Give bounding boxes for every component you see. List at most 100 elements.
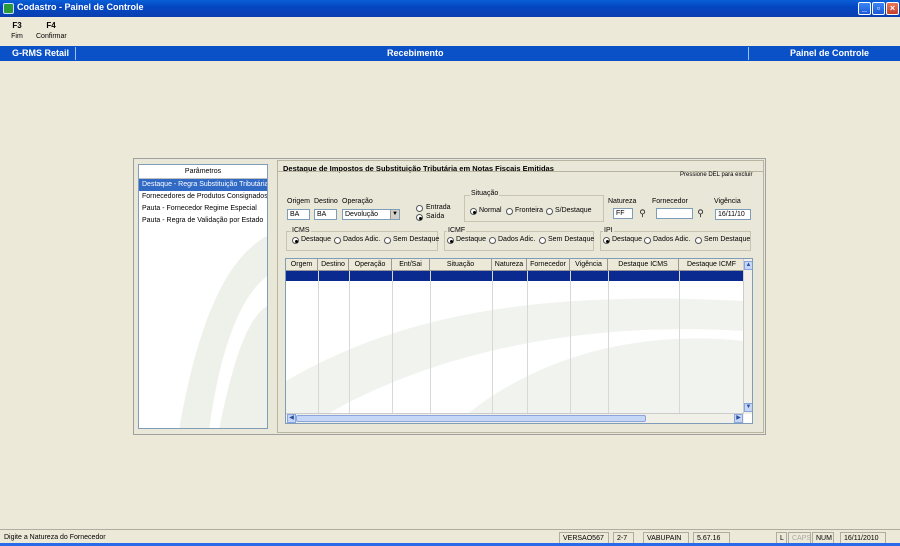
icms-sem-radio[interactable]	[384, 237, 391, 244]
icmf-sem-radio[interactable]	[539, 237, 546, 244]
column-divider	[679, 271, 680, 413]
column-divider	[527, 271, 528, 413]
saida-radio[interactable]	[416, 214, 423, 221]
icms-sem-label: Sem Destaque	[393, 236, 440, 243]
f3-key: F3	[12, 21, 22, 30]
icms-destaque-radio[interactable]	[292, 237, 299, 244]
column-header-operacao[interactable]: Operação	[349, 259, 392, 271]
situacao-fronteira-label: Fronteira	[515, 207, 544, 214]
origem-input[interactable]: BA	[287, 209, 310, 220]
column-header-vigencia[interactable]: Vigência	[570, 259, 608, 271]
header-module: Recebimento	[387, 48, 444, 58]
situacao-label: Situação	[470, 190, 500, 197]
header-divider	[75, 47, 76, 60]
icms-dados-radio[interactable]	[334, 237, 341, 244]
scroll-right-icon[interactable]: ▶	[734, 414, 743, 423]
icms-destaque-label: Destaque	[301, 236, 331, 243]
horizontal-scrollbar[interactable]: ◀ ▶	[286, 413, 744, 423]
fornecedor-label: Fornecedor	[652, 198, 688, 205]
column-divider	[318, 271, 319, 413]
situacao-normal-label: Normal	[479, 207, 502, 214]
f3-fim-button[interactable]: F3 Fim	[10, 21, 24, 40]
situacao-fronteira-radio[interactable]	[506, 208, 513, 215]
table-row-selected[interactable]	[286, 271, 744, 281]
ipi-sem-radio[interactable]	[695, 237, 702, 244]
param-item-destaque-regra[interactable]: Destaque - Regra Substituição Tributária	[139, 179, 267, 191]
saida-label: Saída	[426, 213, 445, 220]
vigencia-input[interactable]: 16/11/10	[715, 209, 751, 220]
ipi-sem-label: Sem Destaque	[704, 236, 751, 243]
f3-label: Fim	[11, 33, 23, 40]
situacao-sdestaque-label: S/Destaque	[555, 207, 592, 214]
ipi-destaque-radio[interactable]	[603, 237, 610, 244]
window-titlebar: Codastro - Painel de Controle _ ▫ ×	[0, 0, 900, 17]
column-divider	[608, 271, 609, 413]
icmf-destaque-radio[interactable]	[447, 237, 454, 244]
natureza-label: Natureza	[608, 198, 637, 205]
column-header-ent-sai[interactable]: Ent/Sai	[392, 259, 430, 271]
scroll-thumb[interactable]	[296, 415, 646, 422]
icmf-dados-radio[interactable]	[489, 237, 496, 244]
param-item-fornecedores-consignados[interactable]: Fornecedores de Produtos Consignados	[139, 191, 267, 203]
binoculars-search-icon[interactable]: ⚲	[694, 208, 707, 219]
header-app-name: G-RMS Retail	[12, 48, 70, 58]
entrada-label: Entrada	[426, 204, 451, 211]
window-title: Codastro - Painel de Controle	[17, 2, 144, 12]
app-icon	[3, 3, 14, 14]
close-button[interactable]: ×	[886, 2, 899, 15]
icmf-label: ICMF	[447, 227, 467, 234]
scroll-left-icon[interactable]: ◀	[287, 414, 296, 423]
column-divider	[349, 271, 350, 413]
icms-label: ICMS	[291, 227, 311, 234]
destino-label: Destino	[314, 198, 338, 205]
column-divider	[570, 271, 571, 413]
del-hint: Pressione DEL para excluir	[680, 172, 753, 178]
icmf-sem-label: Sem Destaque	[548, 236, 595, 243]
minimize-button[interactable]: _	[858, 2, 871, 15]
column-header-natureza[interactable]: Natureza	[492, 259, 527, 271]
entrada-radio[interactable]	[416, 205, 423, 212]
header-panel: Painel de Controle	[790, 48, 870, 58]
parameters-list: Parâmetros Destaque - Regra Substituição…	[138, 164, 268, 429]
column-header-fornecedor[interactable]: Fornecedor	[527, 259, 570, 271]
ipi-dados-radio[interactable]	[644, 237, 651, 244]
vigencia-label: Vigência	[714, 198, 741, 205]
column-divider	[430, 271, 431, 413]
ipi-dados-label: Dados Adic.	[653, 236, 691, 243]
chevron-down-icon: ▼	[390, 210, 399, 219]
scroll-down-icon[interactable]: ▼	[744, 403, 752, 412]
icmf-dados-label: Dados Adic.	[498, 236, 536, 243]
module-header: G-RMS Retail Recebimento Painel de Contr…	[0, 46, 900, 61]
vertical-scrollbar[interactable]: ▲ ▼	[743, 259, 752, 414]
operacao-label: Operação	[342, 198, 373, 205]
param-item-pauta-fornecedor[interactable]: Pauta - Fornecedor Regime Especial	[139, 203, 267, 215]
fornecedor-input[interactable]	[656, 208, 693, 219]
column-header-situacao[interactable]: Situação	[430, 259, 492, 271]
column-divider	[392, 271, 393, 413]
operacao-select[interactable]: Devolução ▼	[342, 209, 400, 220]
origem-label: Origem	[287, 198, 310, 205]
function-key-bar: F3 Fim F4 Confirmar	[0, 17, 900, 45]
icms-dados-label: Dados Adic.	[343, 236, 381, 243]
column-divider	[492, 271, 493, 413]
binoculars-search-icon[interactable]: ⚲	[636, 208, 649, 219]
column-header-destaque-icms[interactable]: Destaque ICMS	[608, 259, 679, 271]
natureza-input[interactable]: FF	[613, 208, 633, 219]
column-header-destino[interactable]: Destino	[318, 259, 349, 271]
situacao-normal-radio[interactable]	[470, 208, 477, 215]
ipi-label: IPI	[603, 227, 614, 234]
f4-key: F4	[46, 21, 56, 30]
operacao-value: Devolução	[345, 211, 379, 218]
column-header-destaque-icmf[interactable]: Destaque ICMF	[679, 259, 744, 271]
situacao-sdestaque-radio[interactable]	[546, 208, 553, 215]
f4-confirmar-button[interactable]: F4 Confirmar	[36, 21, 67, 40]
destino-input[interactable]: BA	[314, 209, 337, 220]
background-swoosh	[286, 298, 744, 415]
column-header-orgem[interactable]: Orgem	[286, 259, 318, 271]
rules-table[interactable]: Orgem Destino Operação Ent/Sai Situação …	[285, 258, 753, 424]
icmf-destaque-label: Destaque	[456, 236, 486, 243]
param-item-pauta-regra[interactable]: Pauta - Regra de Validação por Estado	[139, 215, 267, 227]
scroll-up-icon[interactable]: ▲	[744, 261, 752, 270]
table-header: Orgem Destino Operação Ent/Sai Situação …	[286, 259, 744, 271]
maximize-button[interactable]: ▫	[872, 2, 885, 15]
